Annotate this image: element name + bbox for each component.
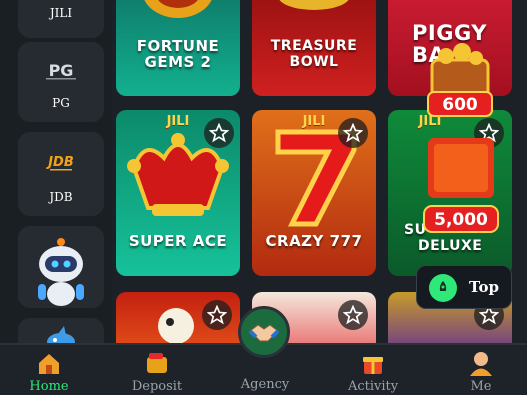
svg-text:600: 600 [442, 95, 478, 115]
provider-label: PG [52, 96, 70, 110]
favorite-button[interactable] [338, 118, 368, 148]
game-card-fortune-gems-2[interactable]: FORTUNE GEMS 2 [116, 0, 240, 96]
svg-text:JDB: JDB [46, 155, 74, 170]
nav-label: Me [470, 379, 492, 394]
provider-jdb[interactable]: JDB JDB [18, 132, 104, 216]
game-title: CRAZY 777 [265, 232, 363, 250]
svg-text:PG: PG [49, 61, 74, 80]
nav-me[interactable]: Me [441, 345, 521, 395]
star-icon [207, 305, 227, 325]
treasure-chest-promo[interactable]: 600 [420, 40, 500, 122]
star-icon [209, 123, 229, 143]
gift-icon [363, 357, 383, 374]
nav-label: Activity [347, 379, 399, 394]
home-icon [39, 354, 59, 374]
favorite-button[interactable] [338, 300, 368, 330]
provider-label: JDB [49, 190, 73, 204]
game-card-treasure-bowl[interactable]: TREASURE BOWL [252, 0, 376, 96]
rooster-icon [158, 308, 194, 344]
nav-label: Home [29, 379, 69, 394]
favorite-button[interactable] [202, 300, 232, 330]
nav-home[interactable]: Home [9, 345, 89, 395]
nav-label: Agency [240, 377, 290, 392]
game-card-crazy-777[interactable]: JILI CRAZY 777 [252, 110, 376, 276]
game-title: SUPER ACE [128, 232, 228, 250]
nav-label: Deposit [131, 379, 183, 394]
nav-deposit[interactable]: Deposit [117, 345, 197, 395]
nav-activity[interactable]: Activity [333, 345, 413, 395]
treasure-bowl-icon [279, 0, 349, 10]
jdb-logo-icon: JDB [46, 155, 74, 171]
back-to-top-button[interactable]: Top [416, 265, 512, 309]
provider-sidebar: JILI PG PG JDB JDB [0, 0, 112, 358]
user-icon [470, 352, 492, 376]
provider-label: JILI [49, 6, 73, 20]
rocket-icon [429, 274, 457, 302]
provider-pg[interactable]: PG PG [18, 42, 104, 122]
provider-jili[interactable]: JILI [18, 0, 104, 38]
svg-text:5,000: 5,000 [434, 210, 488, 230]
game-title: TREASURE BOWL [270, 38, 358, 70]
pg-logo-icon: PG [46, 61, 76, 80]
agency-center-button[interactable] [238, 306, 290, 358]
robot-mascot-icon [38, 238, 84, 306]
golden-mask-icon [144, 0, 212, 18]
red-envelope-promo[interactable]: 5,000 [418, 128, 504, 238]
top-label: Top [469, 278, 499, 296]
game-title: FORTUNE GEMS 2 [136, 37, 220, 71]
provider-robot[interactable] [18, 226, 104, 308]
handshake-icon [248, 324, 280, 342]
favorite-button[interactable] [204, 118, 234, 148]
game-card-super-ace[interactable]: JILI SUPER ACE [116, 110, 240, 276]
star-icon [343, 305, 363, 325]
star-icon [343, 123, 363, 143]
wallet-icon [147, 353, 167, 373]
